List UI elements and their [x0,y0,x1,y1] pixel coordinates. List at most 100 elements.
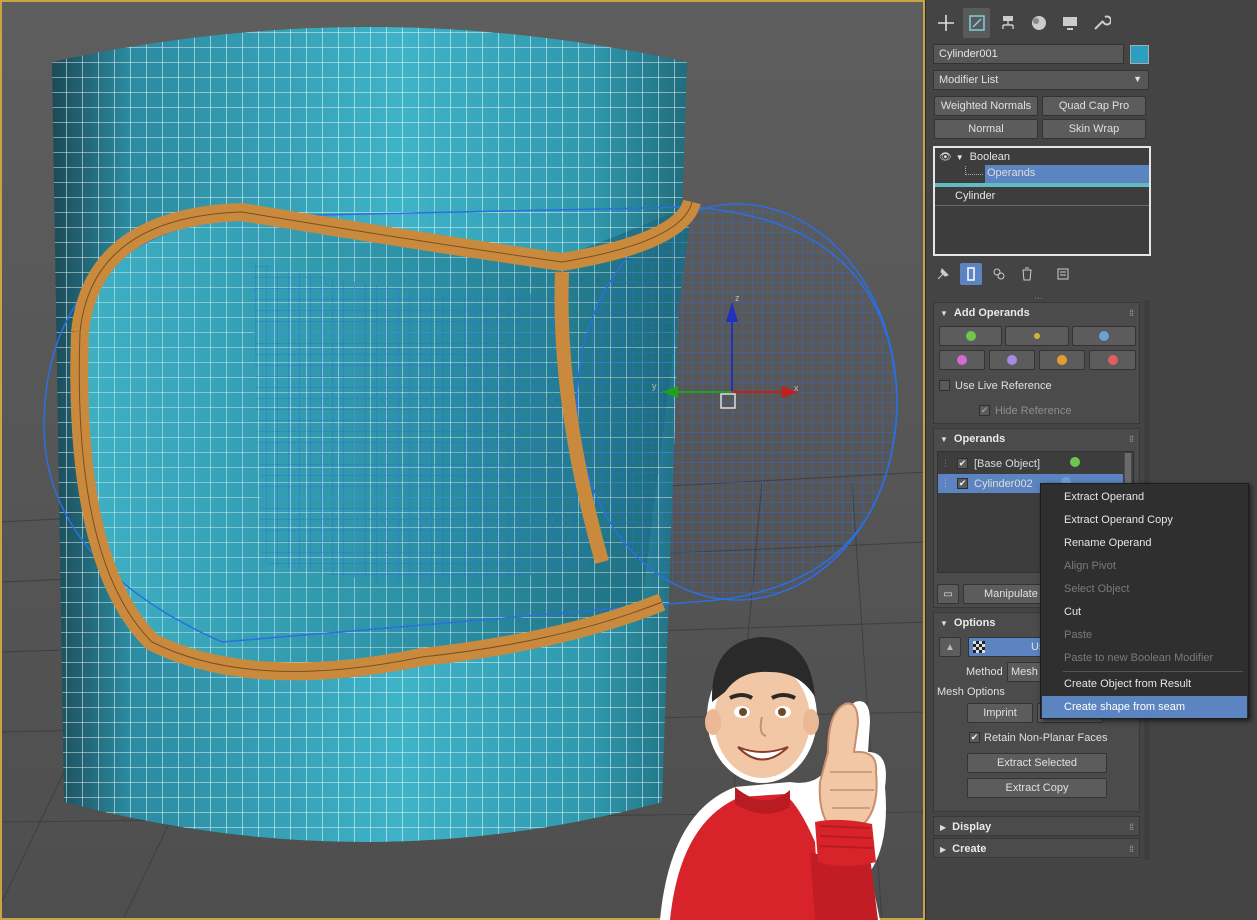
weighted-normals-button[interactable]: Weighted Normals [934,96,1038,116]
method-label: Method [966,666,1003,678]
mesh-options-label: Mesh Options [937,686,1005,698]
create-icon [937,15,954,31]
menu-item-rename-operand[interactable]: Rename Operand [1042,532,1247,554]
expand-arrow-icon: ▶ [940,844,947,854]
menu-item-align-pivot[interactable]: Align Pivot [1042,555,1247,577]
skin-wrap-button[interactable]: Skin Wrap [1042,119,1146,139]
collapse-arrow-icon: ▼ [940,618,948,628]
object-color-swatch[interactable] [1130,45,1149,64]
menu-item-create-object-from-result[interactable]: Create Object from Result [1042,673,1247,695]
stack-toolbar [932,263,1074,285]
create-tab[interactable] [932,8,959,38]
menu-item-extract-operand[interactable]: Extract Operand [1042,486,1247,508]
split-icon [1107,355,1118,365]
drag-grip-icon[interactable]: ⁞⁞ [1129,844,1134,854]
stack-item-operands[interactable]: Operands [985,165,1149,183]
attach-operation-button[interactable] [989,350,1035,370]
collapse-arrow-icon: ▼ [940,434,948,444]
folder-button[interactable]: ▭ [937,584,959,604]
command-panel-tabs [932,8,1114,40]
show-end-result-icon [967,267,975,281]
display-icon [1062,17,1077,30]
modify-icon [968,15,985,31]
utilities-tab[interactable] [1087,8,1114,38]
stack-item-label: Boolean [969,151,1010,163]
operand-context-menu: Extract Operand Extract Operand Copy Ren… [1040,483,1249,719]
pin-stack-button[interactable] [932,263,954,285]
menu-item-paste-to-new-boolean-modifier[interactable]: Paste to new Boolean Modifier [1042,647,1247,669]
operand-visible-checkbox[interactable]: ✔ [957,478,968,489]
menu-separator [1063,671,1243,672]
union-icon [965,331,976,341]
hierarchy-icon [1001,16,1014,29]
modifier-stack[interactable]: 👁 ▼ Boolean Operands Cylinder [933,146,1151,256]
configure-sets-button[interactable] [1052,263,1074,285]
merge-icon [957,355,967,365]
trash-icon [1022,267,1032,281]
rollout-title: Operands [953,433,1006,445]
retain-non-planar-faces-label: Retain Non-Planar Faces [984,732,1108,744]
remove-modifier-button[interactable] [1016,263,1038,285]
stack-item-boolean[interactable]: 👁 ▼ Boolean [939,148,1010,166]
menu-item-select-object[interactable]: Select Object [1042,578,1247,600]
drag-handle-icon[interactable]: ⋮ [941,458,950,469]
modifier-list-label: Modifier List [939,74,999,86]
pin-icon [937,268,949,280]
chevron-down-icon: ▼ [1133,74,1142,84]
hierarchy-tab[interactable] [994,8,1021,38]
triangle-button[interactable]: ▲ [939,637,961,657]
motion-tab[interactable] [1025,8,1052,38]
intersect-operation-button[interactable] [1005,326,1069,346]
use-live-reference-checkbox[interactable] [939,380,950,391]
insert-operation-button[interactable] [1039,350,1085,370]
menu-item-create-shape-from-seam[interactable]: Create shape from seam [1042,696,1247,718]
split-operation-button[interactable] [1089,350,1136,370]
show-end-result-button[interactable] [960,263,982,285]
rollout-header[interactable]: ▶ Create ⁞⁞ [934,839,1139,859]
rollout-display[interactable]: ▶ Display ⁞⁞ [933,816,1140,836]
drag-grip-icon[interactable]: ⁞⁞ [1129,308,1134,318]
intersect-icon [1034,333,1040,339]
drag-grip-icon[interactable]: ⁞⁞ [1129,822,1134,832]
stack-item-cylinder[interactable]: Cylinder [955,187,995,205]
rollout-header[interactable]: ▶ Display ⁞⁞ [934,817,1139,837]
svg-text:z: z [735,293,740,303]
cartoon-mascot-thumbs-up [660,637,886,920]
subtract-icon [1099,331,1109,341]
union-operation-button[interactable] [939,326,1002,346]
rollout-create[interactable]: ▶ Create ⁞⁞ [933,838,1140,858]
eye-icon[interactable]: 👁 [939,152,952,163]
make-unique-button[interactable] [988,263,1010,285]
rollout-title: Add Operands [953,307,1030,319]
scrollbar-thumb[interactable] [1125,453,1131,483]
normal-button[interactable]: Normal [934,119,1038,139]
rollout-header[interactable]: ▼ Add Operands ⁞⁞ [934,303,1139,323]
display-tab[interactable] [1056,8,1083,38]
merge-operation-button[interactable] [939,350,985,370]
subtract-operation-button[interactable] [1072,326,1136,346]
list-item[interactable]: ⋮ ✔ [Base Object] [938,454,1123,473]
stack-divider [935,205,1149,206]
quad-cap-pro-button[interactable]: Quad Cap Pro [1042,96,1146,116]
modify-tab[interactable] [963,8,990,38]
drag-grip-icon[interactable]: ⁞⁞ [1129,434,1134,444]
hide-reference-checkbox[interactable]: ✔ [979,405,990,416]
menu-item-extract-operand-copy[interactable]: Extract Operand Copy [1042,509,1247,531]
menu-item-cut[interactable]: Cut [1042,601,1247,623]
drag-handle-icon[interactable]: ⋮ [941,478,950,489]
insert-icon [1057,355,1067,365]
rollout-header[interactable]: ▼ Operands ⁞⁞ [934,429,1139,449]
hide-reference-label: Hide Reference [995,405,1072,417]
menu-item-paste[interactable]: Paste [1042,624,1247,646]
expand-arrow-icon[interactable]: ▼ [956,153,964,162]
operand-visible-checkbox[interactable]: ✔ [957,458,968,469]
union-icon [1070,457,1081,470]
utilities-icon [1093,15,1111,30]
retain-non-planar-faces-checkbox[interactable]: ✔ [969,732,980,743]
imprint-button[interactable]: Imprint [967,703,1033,723]
object-name-field[interactable]: Cylinder001 [933,44,1124,64]
triangle-icon: ▲ [945,641,955,653]
extract-copy-button[interactable]: Extract Copy [967,778,1107,798]
modifier-list-dropdown[interactable]: Modifier List ▼ [933,70,1149,90]
extract-selected-button[interactable]: Extract Selected [967,753,1107,773]
